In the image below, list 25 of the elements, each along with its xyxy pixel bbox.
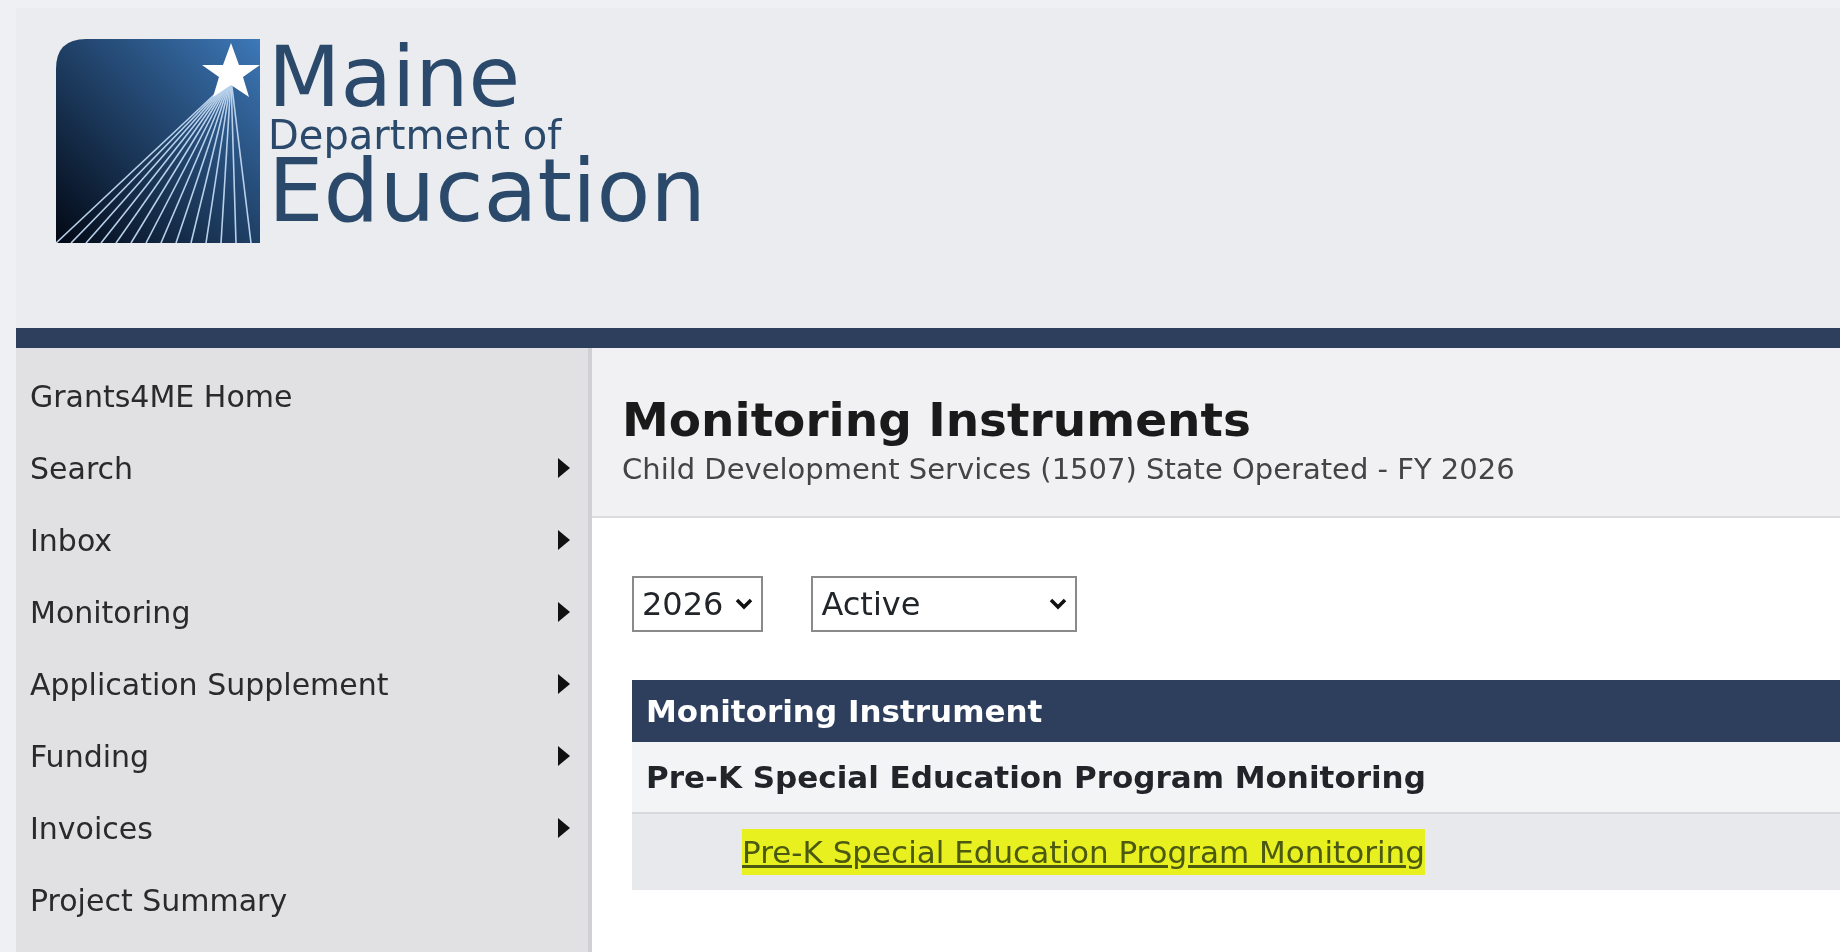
page-subtitle: Child Development Services (1507) State Operated - FY 2026 (622, 451, 1516, 489)
column-header: Monitoring Instrument (632, 679, 1840, 742)
submenu-arrow-icon (558, 530, 570, 550)
instrument-link[interactable]: Pre-K Special Education Program Monitoring (742, 828, 1425, 876)
year-dropdown[interactable]: 2026 (632, 575, 764, 632)
sidebar-item[interactable]: Invoices (16, 792, 588, 864)
submenu-arrow-icon (558, 818, 570, 838)
sidebar-item[interactable]: Project Summary (16, 864, 588, 936)
sidebar-item[interactable]: Search (16, 432, 588, 504)
group-heading: Pre-K Special Education Program Monitoring (632, 741, 1840, 814)
chevron-down-icon (1049, 597, 1068, 610)
logo-icon (56, 39, 260, 243)
sidebar-item[interactable]: Inbox (16, 504, 588, 576)
submenu-arrow-icon (558, 674, 570, 694)
status-dropdown[interactable]: Active (811, 575, 1078, 632)
page-title: Monitoring Instruments (622, 392, 1252, 449)
submenu-arrow-icon (558, 458, 570, 478)
sidebar-item[interactable]: Funding (16, 720, 588, 792)
sidebar-item[interactable]: Monitoring (16, 576, 588, 648)
submenu-arrow-icon (558, 602, 570, 622)
chevron-down-icon (735, 597, 754, 610)
logo-wordmark: Maine Department of Education (268, 35, 707, 235)
sidebar-item[interactable]: Grants4ME Home (16, 360, 588, 432)
submenu-arrow-icon (558, 746, 570, 766)
sidebar-item[interactable]: Application Supplement (16, 648, 588, 720)
